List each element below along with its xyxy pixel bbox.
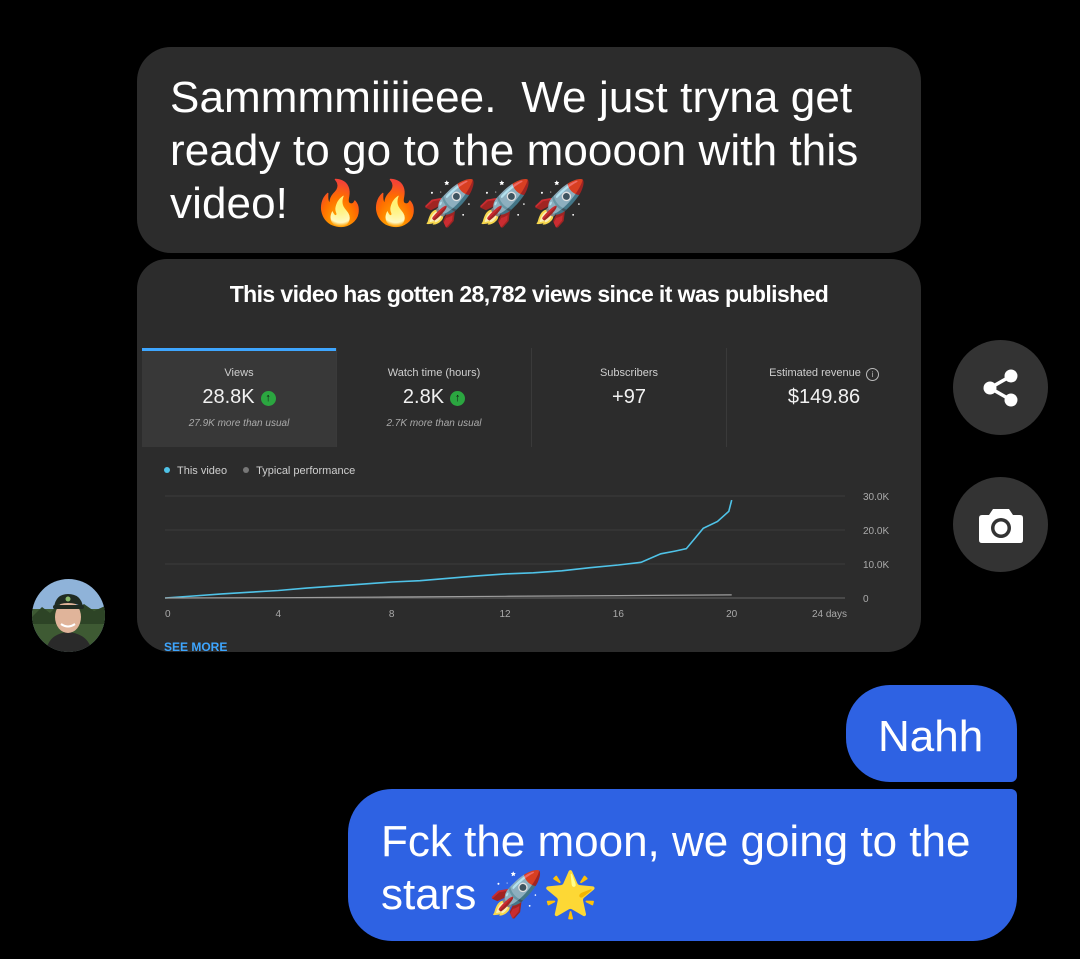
legend-typical: Typical performance	[243, 465, 355, 477]
avatar-image	[32, 579, 105, 652]
outgoing-message-bubble[interactable]: Nahh	[846, 685, 1017, 782]
legend-dot	[243, 467, 250, 473]
camera-icon	[978, 508, 1023, 543]
metric-label-row: Estimated revenue i	[727, 367, 921, 381]
x-tick-label: 16	[613, 609, 625, 620]
incoming-message-bubble[interactable]: Sammmmiiiieee. We just tryna get ready t…	[137, 47, 921, 253]
legend-label: This video	[177, 465, 228, 477]
x-tick-label: 0	[165, 609, 171, 620]
camera-button[interactable]	[953, 477, 1048, 572]
metric-value: 28.8K	[202, 386, 255, 408]
metric-subscribers[interactable]: Subscribers +97	[531, 348, 726, 447]
analytics-card[interactable]: This video has gotten 28,782 views since…	[137, 259, 921, 652]
legend-dot	[164, 467, 170, 473]
x-tick-label: 4	[276, 609, 282, 620]
metric-label: Estimated revenue	[769, 367, 861, 379]
metric-note: 27.9K more than usual	[188, 418, 290, 429]
share-icon	[983, 369, 1017, 406]
metric-value: +97	[612, 386, 646, 408]
metric-value: $149.86	[787, 386, 861, 408]
x-tick-label: 12	[499, 609, 511, 620]
selected-indicator	[142, 348, 336, 351]
x-tick-label: 24 days	[812, 609, 847, 620]
message-text: Fck the moon, we going to the stars 🚀🌟	[381, 817, 983, 919]
metric-value-row: 28.8K ↑	[142, 386, 336, 409]
message-text: Nahh	[878, 712, 984, 761]
chart-legend: This video Typical performance	[164, 465, 355, 477]
y-tick-label: 20.0K	[863, 526, 889, 537]
views-line-chart: 30.0K 20.0K 10.0K 0 0 4 8 12 16 20 24 days	[164, 492, 889, 620]
card-title: This video has gotten 28,782 views since…	[229, 281, 829, 307]
metric-label: Watch time (hours)	[387, 367, 481, 379]
metric-views[interactable]: Views 28.8K ↑ 27.9K more than usual	[142, 348, 336, 447]
legend-label: Typical performance	[256, 465, 356, 477]
metric-value: 2.8K	[402, 386, 445, 408]
arrow-up-icon: ↑	[260, 391, 276, 406]
arrow-up-icon: ↑	[450, 391, 466, 406]
metric-revenue[interactable]: Estimated revenue i $149.86	[726, 348, 921, 447]
metric-note: 2.7K more than usual	[386, 418, 482, 429]
y-tick-label: 10.0K	[863, 560, 889, 571]
share-button[interactable]	[953, 340, 1048, 435]
metric-value-row: 2.8K ↑	[337, 386, 531, 409]
info-icon[interactable]: i	[865, 368, 879, 381]
legend-this-video: This video	[164, 465, 227, 477]
metric-label: Views	[224, 367, 254, 379]
y-tick-label: 0	[863, 594, 869, 605]
metric-label: Subscribers	[599, 367, 659, 379]
metrics-row: Views 28.8K ↑ 27.9K more than usual Watch…	[142, 348, 921, 447]
see-more-link[interactable]: SEE MORE	[164, 640, 227, 652]
avatar[interactable]	[32, 579, 105, 652]
message-text: Sammmmiiiieee. We just tryna get ready t…	[170, 73, 871, 228]
y-tick-label: 30.0K	[863, 492, 889, 503]
metric-watch-time[interactable]: Watch time (hours) 2.8K ↑ 2.7K more than …	[336, 348, 531, 447]
outgoing-message-bubble[interactable]: Fck the moon, we going to the stars 🚀🌟	[348, 789, 1017, 941]
x-tick-label: 20	[726, 609, 738, 620]
series-line-this-video	[164, 499, 733, 599]
x-tick-label: 8	[389, 609, 395, 620]
